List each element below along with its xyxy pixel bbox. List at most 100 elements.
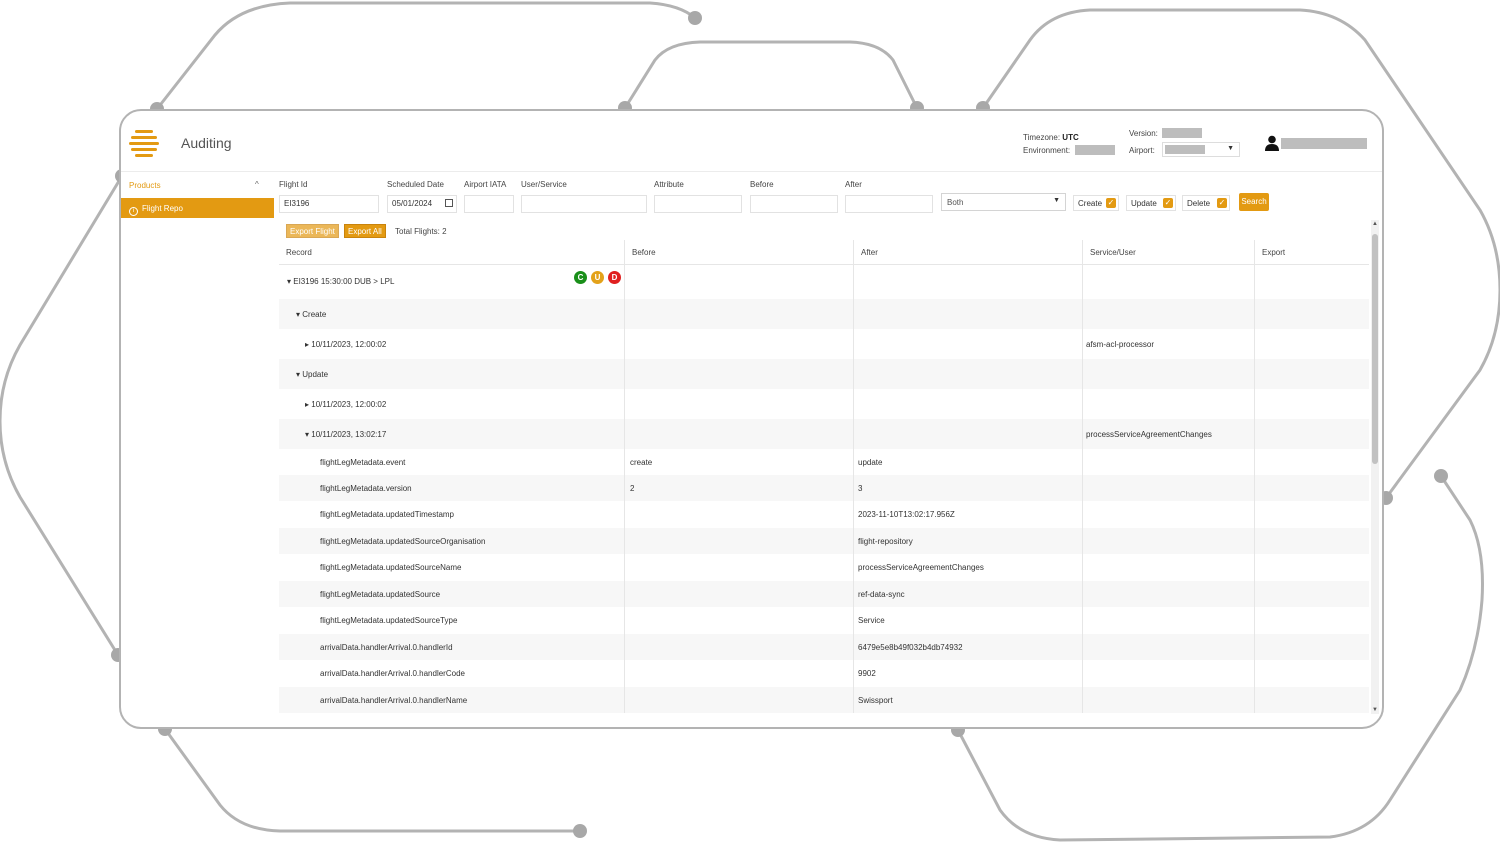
grid-header: Record Before After Service/User Export [279, 240, 1369, 265]
search-button[interactable]: Search [1239, 193, 1269, 211]
expand-toggle-icon[interactable]: ▾ [287, 277, 291, 286]
flight-id-input[interactable]: EI3196 [279, 195, 379, 213]
before-input[interactable] [750, 195, 838, 213]
export-cell [1254, 501, 1369, 528]
export-all-button[interactable]: Export All [344, 224, 386, 238]
before-cell [624, 329, 853, 359]
before-cell [624, 419, 853, 449]
event-timestamp: 10/11/2023, 12:00:02 [311, 339, 387, 349]
update-checkbox[interactable]: ✓ [1163, 198, 1173, 208]
group-row-update[interactable]: ▾ Update [279, 359, 1369, 389]
after-cell: 6479e5e8b49f032b4db74932 [853, 634, 1082, 660]
update-filter[interactable]: Update ✓ [1126, 195, 1176, 211]
event-row[interactable]: ▸ 10/11/2023, 12:00:02 [279, 389, 1369, 419]
attribute-cell: arrivalData.handlerArrival.0.handlerName [320, 695, 468, 705]
after-cell [853, 389, 1082, 419]
before-cell [624, 501, 853, 528]
change-row: flightLegMetadata.updatedSourceOrganisat… [279, 528, 1369, 554]
version-label: Version: [1129, 129, 1158, 138]
sidebar-section-products[interactable]: Products [129, 181, 161, 190]
service-cell [1082, 449, 1254, 475]
column-record[interactable]: Record [279, 240, 624, 264]
after-cell [853, 299, 1082, 329]
after-input[interactable] [845, 195, 933, 213]
change-row: flightLegMetadata.updatedSourceName proc… [279, 554, 1369, 581]
chevron-up-icon[interactable]: ^ [255, 180, 259, 189]
group-label: Update [302, 369, 329, 379]
scroll-up-icon[interactable]: ▲ [1372, 221, 1378, 227]
vertical-scrollbar[interactable]: ▲ ▼ [1371, 220, 1379, 714]
service-cell [1082, 607, 1254, 634]
event-row[interactable]: ▸ 10/11/2023, 12:00:02 afsm-acl-processo… [279, 329, 1369, 359]
after-cell [853, 359, 1082, 389]
change-row: arrivalData.handlerArrival.0.handlerName… [279, 687, 1369, 713]
service-cell [1082, 554, 1254, 581]
attribute-cell: flightLegMetadata.updatedSource [320, 589, 441, 599]
attribute-input[interactable] [654, 195, 742, 213]
scrollbar-thumb[interactable] [1372, 234, 1378, 464]
after-cell: Swissport [853, 687, 1082, 713]
user-service-input[interactable] [521, 195, 647, 213]
sidebar-item-label: Flight Repo [142, 204, 183, 213]
calendar-icon[interactable] [445, 199, 453, 207]
airport-iata-label: Airport IATA [464, 180, 507, 189]
create-filter[interactable]: Create ✓ [1073, 195, 1119, 211]
service-cell: processServiceAgreementChanges [1082, 419, 1254, 449]
flight-row[interactable]: ▾ EI3196 15:30:00 DUB > LPL C U D [279, 264, 1369, 299]
export-cell [1254, 449, 1369, 475]
column-service-user[interactable]: Service/User [1082, 240, 1254, 264]
column-after[interactable]: After [853, 240, 1082, 264]
scroll-down-icon[interactable]: ▼ [1372, 707, 1378, 713]
timezone-label: Timezone: [1023, 133, 1061, 142]
export-cell [1254, 264, 1369, 299]
expand-toggle-icon[interactable]: ▾ [296, 310, 300, 319]
delete-filter-label: Delete [1187, 199, 1211, 208]
expand-toggle-icon[interactable]: ▸ [305, 400, 309, 409]
update-filter-label: Update [1131, 199, 1157, 208]
expand-toggle-icon[interactable]: ▸ [305, 340, 309, 349]
user-icon[interactable] [1265, 135, 1279, 151]
airport-label: Airport: [1129, 146, 1155, 155]
airport-iata-input[interactable] [464, 195, 514, 213]
scheduled-date-value: 05/01/2024 [392, 199, 433, 208]
group-row-create[interactable]: ▾ Create [279, 299, 1369, 329]
column-before[interactable]: Before [624, 240, 853, 264]
delete-checkbox[interactable]: ✓ [1217, 198, 1227, 208]
attribute-cell: flightLegMetadata.event [320, 457, 406, 467]
after-cell: 9902 [853, 660, 1082, 687]
after-label: After [845, 180, 862, 189]
service-cell [1082, 528, 1254, 554]
before-cell [624, 554, 853, 581]
record-cell: ▾ Create [279, 299, 624, 329]
change-row: arrivalData.handlerArrival.0.handlerId 6… [279, 634, 1369, 660]
after-cell [853, 329, 1082, 359]
chevron-down-icon: ▼ [1227, 145, 1234, 152]
change-row: flightLegMetadata.updatedSourceType Serv… [279, 607, 1369, 634]
create-checkbox[interactable]: ✓ [1106, 198, 1116, 208]
service-cell [1082, 634, 1254, 660]
record-cell: ▸ 10/11/2023, 12:00:02 [279, 389, 624, 419]
expand-toggle-icon[interactable]: ▾ [296, 370, 300, 379]
airport-select[interactable]: ▼ [1162, 142, 1240, 157]
sidebar-item-flight-repo[interactable]: i Flight Repo [121, 198, 274, 218]
event-row[interactable]: ▾ 10/11/2023, 13:02:17 processServiceAgr… [279, 419, 1369, 449]
after-cell: 2023-11-10T13:02:17.956Z [853, 501, 1082, 528]
audit-grid: Record Before After Service/User Export … [279, 240, 1369, 716]
attribute-cell: flightLegMetadata.updatedSourceName [320, 563, 462, 572]
column-export[interactable]: Export [1254, 240, 1369, 264]
export-cell [1254, 634, 1369, 660]
scheduled-date-input[interactable]: 05/01/2024 [387, 195, 457, 213]
service-cell [1082, 359, 1254, 389]
expand-toggle-icon[interactable]: ▾ [305, 430, 309, 439]
user-service-label: User/Service [521, 180, 567, 189]
before-cell [624, 299, 853, 329]
delete-filter[interactable]: Delete ✓ [1182, 195, 1230, 211]
before-cell [624, 634, 853, 660]
after-cell: Service [853, 607, 1082, 634]
export-cell [1254, 359, 1369, 389]
after-cell: ref-data-sync [853, 581, 1082, 607]
export-flight-button[interactable]: Export Flight [286, 224, 339, 238]
attribute-cell: arrivalData.handlerArrival.0.handlerCode [320, 669, 465, 678]
create-filter-label: Create [1078, 199, 1103, 208]
change-mode-select[interactable]: Both ▼ [941, 193, 1066, 211]
